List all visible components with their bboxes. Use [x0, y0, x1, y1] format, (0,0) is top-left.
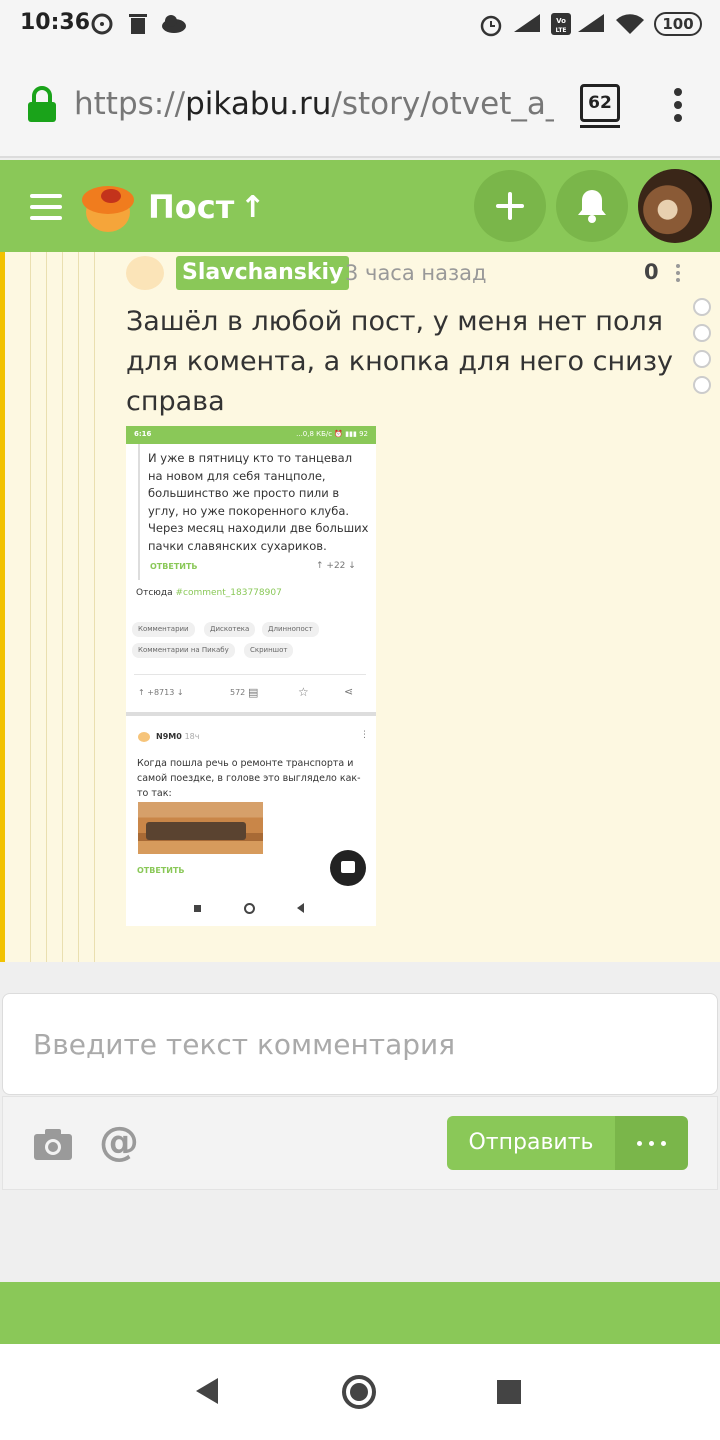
embedded-reply-label: ОТВЕТИТЬ	[150, 562, 198, 571]
embedded-desert-image	[138, 802, 263, 854]
comment-username[interactable]: Slavchanskiy	[176, 256, 350, 290]
lock-icon	[28, 86, 56, 122]
site-header: Пост ↑	[0, 160, 720, 252]
signal-icon	[514, 14, 540, 32]
thread-line	[30, 252, 31, 962]
url-prefix: https://	[74, 86, 186, 122]
embedded-divider	[134, 674, 366, 675]
notifications-button[interactable]	[556, 170, 628, 242]
comment-input[interactable]	[3, 994, 717, 1094]
wifi-icon	[616, 14, 644, 34]
comment-time: 3 часа назад	[345, 261, 487, 285]
embedded-reply2-label: ОТВЕТИТЬ	[137, 866, 185, 875]
embedded-post-actions: ↑ +8713 ↓ 572 ▤ ☆ ⋖	[126, 684, 376, 704]
embedded-comment2-user: N9M0 18ч	[156, 732, 200, 741]
embedded-comment-icon: ▤	[248, 686, 259, 699]
embedded-post-comments: 572	[230, 688, 246, 697]
footer-bar	[0, 1282, 720, 1344]
system-nav-bar	[0, 1344, 720, 1440]
cd-icon	[91, 13, 113, 35]
embedded-tag: Комментарии на Пикабу	[132, 643, 235, 658]
recent-apps-icon[interactable]	[497, 1380, 521, 1404]
clock: 10:36	[20, 10, 91, 35]
embedded-back-icon	[297, 903, 304, 913]
embedded-time: 6:16	[134, 430, 152, 438]
trash-icon	[129, 14, 147, 34]
embedded-comment2-text: Когда пошла речь о ремонте транспорта и …	[137, 758, 361, 799]
comment-avatar[interactable]	[126, 256, 164, 290]
thread-line	[78, 252, 79, 962]
alarm-icon	[480, 15, 502, 37]
comment-image[interactable]: 6:16 ...0,8 КБ/с ⏰ ▮▮▮ 92 И уже в пятниц…	[126, 426, 376, 926]
back-icon[interactable]	[196, 1378, 218, 1404]
cloud-icon	[162, 15, 186, 33]
thread-nav-dots[interactable]	[693, 298, 713, 402]
embedded-avatar	[138, 732, 150, 742]
comment-input-box	[2, 993, 718, 1095]
embedded-post-rating: ↑ +8713 ↓	[138, 688, 184, 697]
volte-icon: Vo LTE	[551, 13, 571, 35]
menu-icon[interactable]	[30, 194, 62, 220]
home-icon[interactable]	[342, 1375, 376, 1409]
page-title: Пост	[148, 188, 235, 226]
browser-toolbar: https://pikabu.ru/story/otvet_a_vy 62	[0, 48, 720, 158]
comment-thread: Slavchanskiy 3 часа назад 0 Зашёл в любо…	[0, 252, 720, 962]
embedded-status-right: ...0,8 КБ/с ⏰ ▮▮▮ 92	[296, 430, 368, 438]
signal-icon-2	[578, 14, 604, 32]
scroll-up-icon[interactable]: ↑	[240, 190, 265, 225]
embedded-share-icon: ⋖	[344, 685, 354, 698]
embedded-comment-fab-icon	[330, 850, 366, 886]
thread-line	[46, 252, 47, 962]
embedded-tag: Скриншот	[244, 643, 294, 658]
add-post-button[interactable]	[474, 170, 546, 242]
thread-indicator	[0, 252, 5, 962]
embedded-quote-bar	[138, 444, 140, 580]
embedded-recent-icon	[194, 905, 201, 912]
embedded-status-bar: 6:16 ...0,8 КБ/с ⏰ ▮▮▮ 92	[126, 426, 376, 444]
user-avatar[interactable]	[638, 169, 712, 243]
battery-indicator: 100	[654, 12, 702, 36]
embedded-source: Отсюда #comment_183778907	[136, 588, 282, 598]
embedded-tag: Дискотека	[204, 622, 256, 637]
embedded-star-icon: ☆	[298, 685, 309, 699]
svg-text:LTE: LTE	[555, 27, 566, 34]
mention-icon[interactable]: @	[99, 1119, 139, 1165]
send-button[interactable]: Отправить	[447, 1116, 615, 1170]
embedded-home-icon	[244, 903, 255, 914]
browser-menu-button[interactable]	[672, 88, 684, 124]
address-bar[interactable]: https://pikabu.ru/story/otvet_a_vy	[74, 86, 554, 122]
url-host: pikabu.ru	[185, 86, 332, 122]
bell-icon	[578, 190, 606, 223]
status-bar: 10:36 Vo LTE 100	[0, 0, 720, 48]
send-options-button[interactable]	[615, 1116, 688, 1170]
embedded-nav-bar	[126, 898, 376, 926]
pikabu-logo[interactable]	[80, 178, 136, 234]
url-path: /story/otvet_a_vy	[331, 86, 554, 122]
embedded-gap	[126, 712, 376, 716]
embedded-quote-text: И уже в пятницу кто то танцевал на новом…	[148, 451, 369, 553]
comment-text: Зашёл в любой пост, у меня нет поля для …	[126, 306, 674, 417]
embedded-tag: Комментарии	[132, 622, 195, 637]
thread-line	[94, 252, 95, 962]
thread-line	[62, 252, 63, 962]
embedded-reply-vote: ↑ +22 ↓	[316, 561, 356, 571]
comment-score: 0	[644, 260, 659, 284]
svg-text:Vo: Vo	[556, 17, 566, 25]
embedded-more-icon: ⋮	[360, 730, 369, 740]
comment-more-icon[interactable]	[676, 264, 680, 284]
camera-icon[interactable]	[33, 1127, 73, 1161]
tab-switcher-button[interactable]: 62	[580, 84, 620, 128]
embedded-tag: Длиннопост	[262, 622, 319, 637]
